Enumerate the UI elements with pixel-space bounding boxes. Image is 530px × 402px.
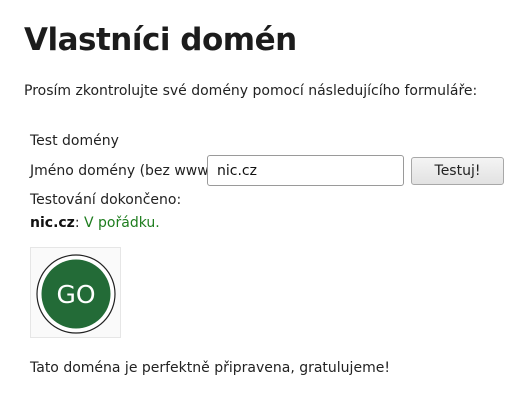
page: Vlastníci domén Prosím zkontrolujte své …	[0, 0, 530, 402]
result-separator: :	[74, 215, 85, 231]
test-status-text: Testování dokončeno:	[30, 192, 182, 208]
closing-message: Tato doména je perfektně připravena, gra…	[30, 360, 390, 376]
test-button[interactable]: Testuj!	[411, 157, 504, 185]
intro-text: Prosím zkontrolujte své domény pomocí ná…	[24, 83, 478, 99]
domain-input[interactable]	[207, 155, 404, 186]
page-title: Vlastníci domén	[24, 22, 297, 58]
result-domain: nic.cz	[30, 215, 75, 231]
go-badge-text: GO	[56, 280, 95, 309]
go-badge-icon: GO	[36, 254, 116, 334]
domain-test-form: Jméno domény (bez www): Testuj!	[30, 155, 510, 187]
form-heading: Test domény	[30, 133, 119, 149]
domain-field-label: Jméno domény (bez www):	[30, 163, 219, 179]
result-verdict: V pořádku.	[84, 215, 160, 231]
result-line: nic.cz: V pořádku.	[30, 214, 160, 232]
badge-container: GO	[30, 247, 121, 338]
